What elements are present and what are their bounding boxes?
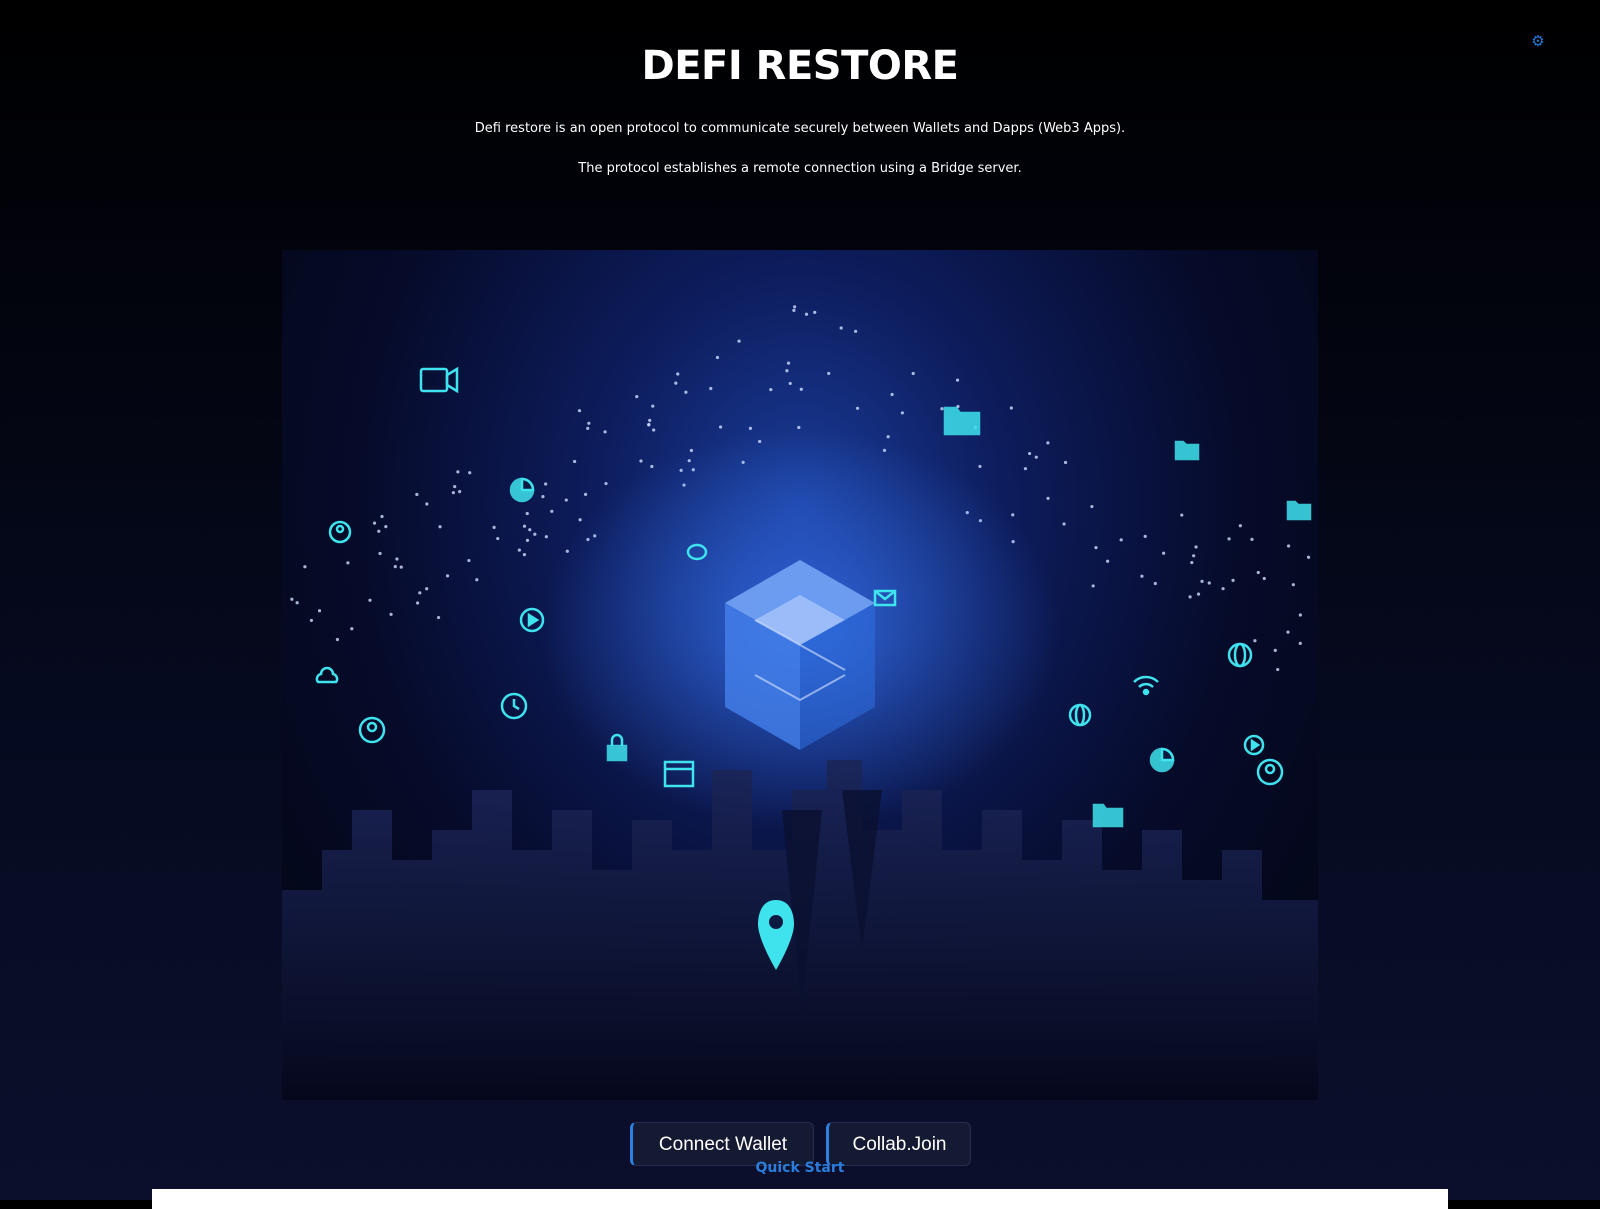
- folder-icon: [1092, 803, 1124, 828]
- pie-chart-icon: [1149, 747, 1175, 773]
- description-line-1: Defi restore is an open protocol to comm…: [474, 121, 1126, 136]
- hero-image: [282, 250, 1318, 1100]
- description-line-2: The protocol establishes a remote connec…: [578, 161, 1022, 176]
- content-panel: [152, 1189, 1448, 1209]
- play-icon: [1243, 734, 1265, 756]
- globe-icon: [1068, 703, 1092, 727]
- folder-icon: [1174, 440, 1200, 461]
- page-title: DEFI RESTORE: [641, 43, 959, 89]
- video-camera-icon: [419, 366, 459, 394]
- pie-chart-icon: [509, 477, 535, 503]
- folder-icon: [1286, 500, 1312, 521]
- folder-icon: [943, 406, 981, 436]
- user-icon: [328, 520, 352, 544]
- city-skyline: [282, 760, 1318, 1100]
- quick-start-link[interactable]: Quick Start: [0, 1160, 1600, 1176]
- clock-icon: [500, 692, 528, 720]
